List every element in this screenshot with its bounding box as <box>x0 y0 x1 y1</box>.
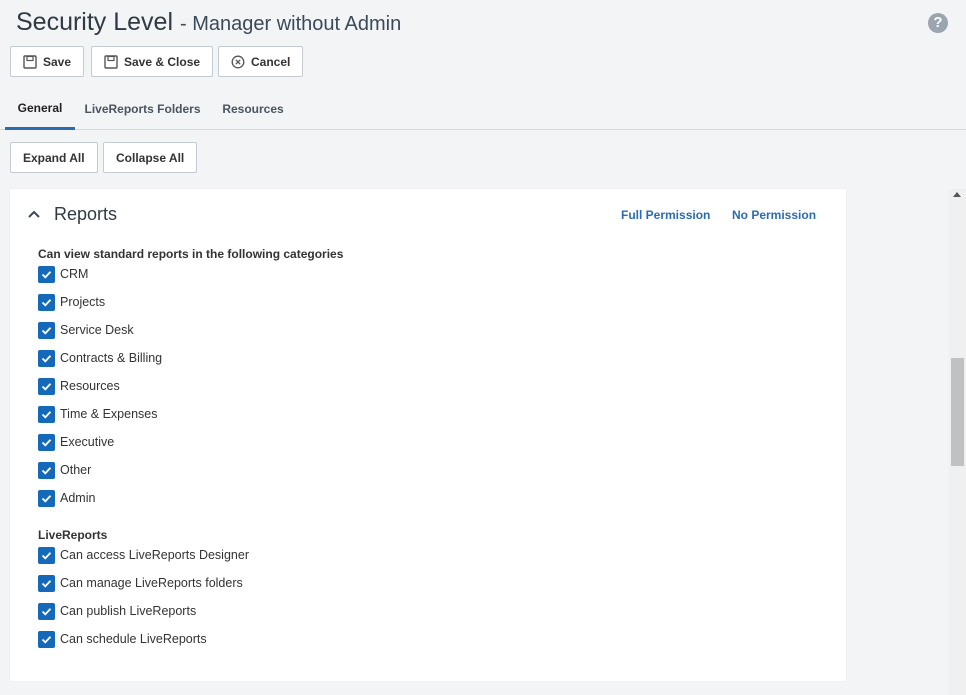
checkmark-icon <box>41 326 52 335</box>
save-close-button-label: Save & Close <box>124 54 201 69</box>
cancel-icon <box>231 55 245 68</box>
page-title: Security Level - Manager without Admin <box>16 8 401 37</box>
group-label-standard-reports: Can view standard reports in the followi… <box>38 247 344 261</box>
checkbox-row[interactable]: Executive <box>38 433 114 451</box>
checkbox-label: Can access LiveReports Designer <box>60 548 249 562</box>
scrollbar-thumb[interactable] <box>951 358 964 466</box>
help-icon[interactable]: ? <box>928 13 948 33</box>
checkmark-icon <box>41 382 52 391</box>
checkbox[interactable] <box>38 377 55 395</box>
checkbox[interactable] <box>38 321 55 339</box>
checkbox[interactable] <box>38 602 55 620</box>
checkmark-icon <box>41 635 52 644</box>
group-label-livereports: LiveReports <box>38 528 108 542</box>
checkmark-icon <box>41 354 52 363</box>
checkmark-icon <box>41 438 52 447</box>
checkbox[interactable] <box>38 293 55 311</box>
checkmark-icon <box>41 494 52 503</box>
checkbox-label: Projects <box>60 295 106 309</box>
save-icon <box>104 54 118 69</box>
expand-all-label: Expand All <box>23 150 85 165</box>
reports-panel: Reports Full Permission No Permission Ca… <box>10 189 846 681</box>
checkmark-icon <box>41 298 52 307</box>
checkmark-icon <box>41 551 52 560</box>
checkmark-icon <box>41 466 52 475</box>
checkbox-row[interactable]: Other <box>38 461 91 479</box>
checkbox-row[interactable]: Projects <box>38 293 105 311</box>
checkbox-row[interactable]: CRM <box>38 265 88 283</box>
checkbox-row[interactable]: Can access LiveReports Designer <box>38 546 249 564</box>
checkbox-label: Executive <box>60 435 115 449</box>
checkbox[interactable] <box>38 461 55 479</box>
tab-general[interactable]: General <box>5 88 75 130</box>
collapse-all-button[interactable]: Collapse All <box>103 142 198 173</box>
checkbox[interactable] <box>38 433 55 451</box>
checkbox[interactable] <box>38 349 55 367</box>
chevron-up-icon[interactable] <box>27 209 41 219</box>
checkbox-label: Can schedule LiveReports <box>60 632 207 646</box>
checkbox-label: CRM <box>60 267 89 281</box>
checkbox-row[interactable]: Time & Expenses <box>38 405 158 423</box>
checkbox-label: Time & Expenses <box>60 407 158 421</box>
collapse-all-label: Collapse All <box>116 150 185 165</box>
checkbox[interactable] <box>38 630 55 648</box>
save-button-label: Save <box>43 54 72 69</box>
checkbox-label: Service Desk <box>60 323 134 337</box>
tab-livereports-folders[interactable]: LiveReports Folders <box>80 88 205 130</box>
checkbox[interactable] <box>38 489 55 507</box>
cancel-button-label: Cancel <box>251 54 291 69</box>
checkbox[interactable] <box>38 405 55 423</box>
checkbox-label: Admin <box>60 491 96 505</box>
checkmark-icon <box>41 579 52 588</box>
save-button[interactable]: Save <box>10 46 85 77</box>
checkbox-label: Can manage LiveReports folders <box>60 576 243 590</box>
checkmark-icon <box>41 607 52 616</box>
page-title-subtitle: - Manager without Admin <box>179 13 402 35</box>
no-permission-link[interactable]: No Permission <box>732 208 816 222</box>
checkbox-label: Resources <box>60 379 120 393</box>
tab-bar: General LiveReports Folders Resources <box>0 88 966 130</box>
checkbox-row[interactable]: Resources <box>38 377 120 395</box>
checkbox-row[interactable]: Can manage LiveReports folders <box>38 574 243 592</box>
checkbox-row[interactable]: Can schedule LiveReports <box>38 630 207 648</box>
scroll-up-arrow-icon[interactable] <box>953 192 961 197</box>
vertical-scrollbar[interactable] <box>949 189 966 695</box>
checkmark-icon <box>41 270 52 279</box>
checkbox-row[interactable]: Admin <box>38 489 95 507</box>
checkbox-row[interactable]: Contracts & Billing <box>38 349 162 367</box>
checkbox-row[interactable]: Can publish LiveReports <box>38 602 196 620</box>
checkbox[interactable] <box>38 546 55 564</box>
expand-all-button[interactable]: Expand All <box>10 142 98 173</box>
checkbox-row[interactable]: Service Desk <box>38 321 134 339</box>
checkbox[interactable] <box>38 265 55 283</box>
checkbox-label: Can publish LiveReports <box>60 604 197 618</box>
page-title-main: Security Level <box>16 8 174 36</box>
full-permission-link[interactable]: Full Permission <box>621 208 710 222</box>
checkmark-icon <box>41 410 52 419</box>
tab-resources[interactable]: Resources <box>215 88 291 130</box>
save-icon <box>23 54 37 69</box>
checkbox-label: Other <box>60 463 92 477</box>
checkbox[interactable] <box>38 574 55 592</box>
cancel-button[interactable]: Cancel <box>218 46 304 77</box>
save-close-button[interactable]: Save & Close <box>91 46 214 77</box>
section-title: Reports <box>54 204 118 224</box>
checkbox-label: Contracts & Billing <box>60 351 163 365</box>
